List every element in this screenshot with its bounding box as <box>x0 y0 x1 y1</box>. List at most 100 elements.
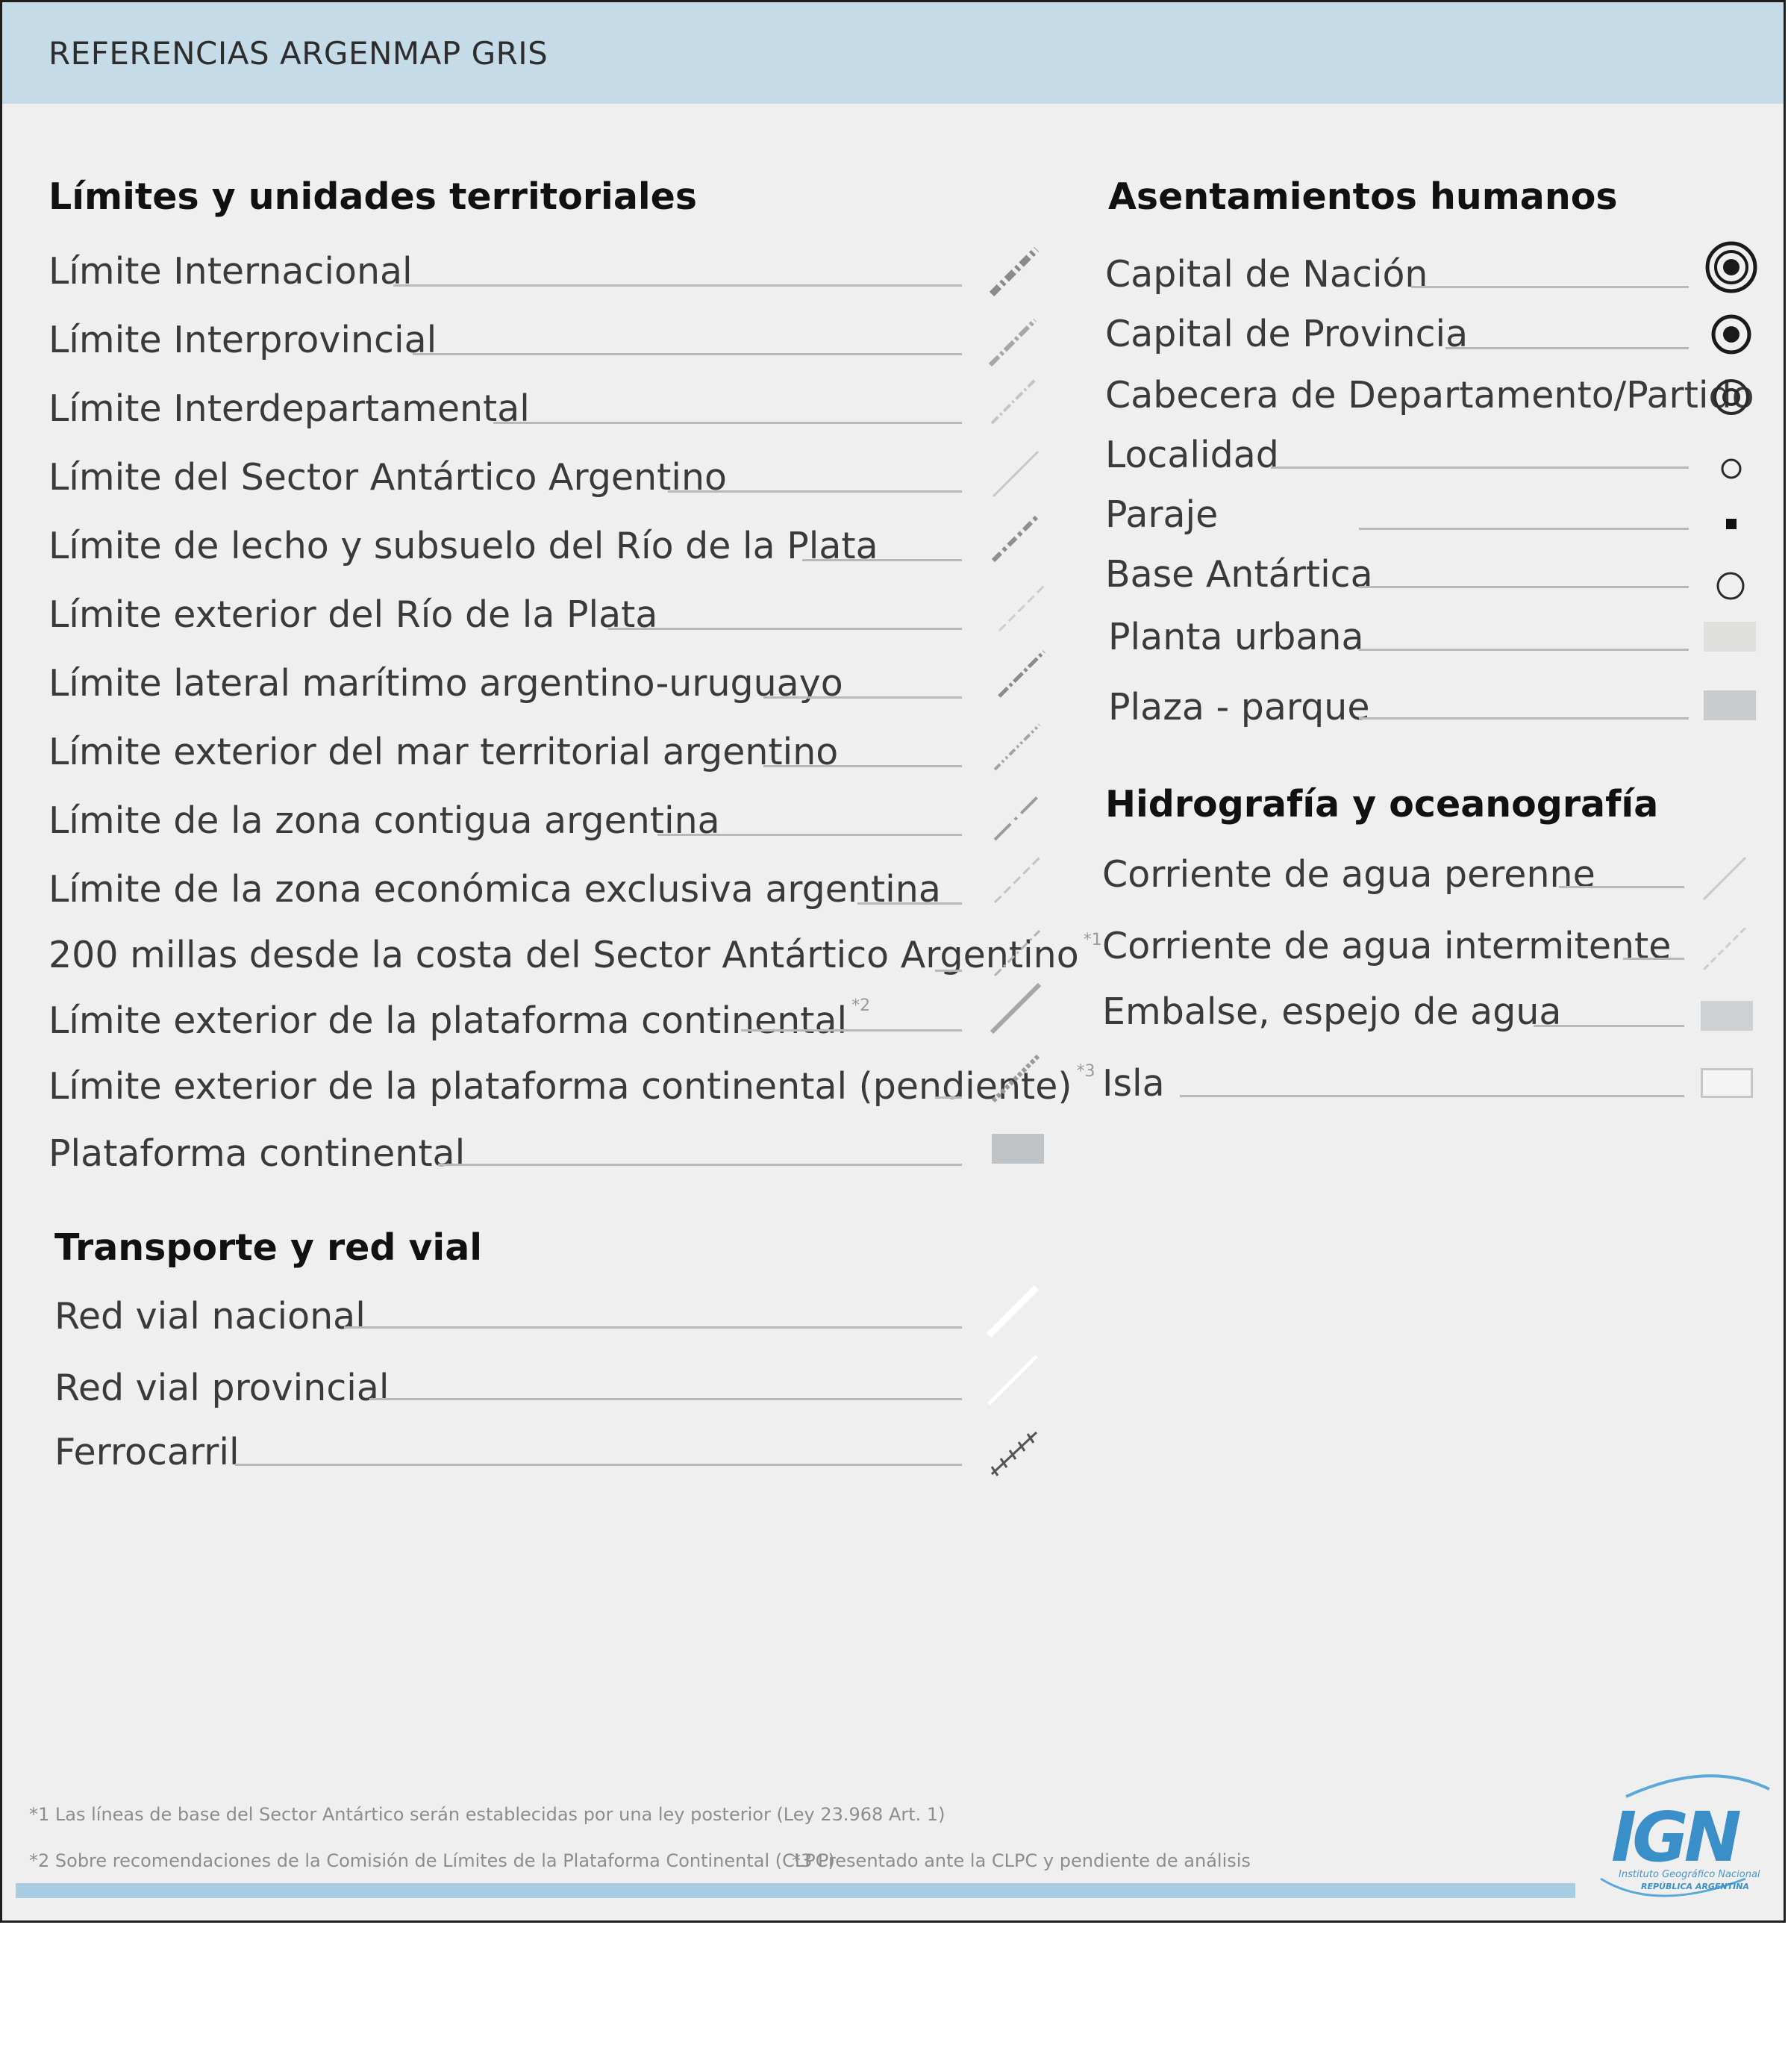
leader-line <box>802 559 962 561</box>
leader-line <box>1534 1025 1684 1027</box>
exclusive-economic-zone-boundary-symbol <box>993 856 1041 904</box>
leader-line <box>657 834 962 836</box>
footnote-marker: *2 <box>851 996 871 1015</box>
leader-line <box>1359 528 1689 530</box>
leader-line <box>741 1029 962 1032</box>
legend-label: Límite del Sector Antártico Argentino <box>49 456 727 499</box>
legend-label: Red vial nacional <box>54 1295 366 1338</box>
continental-shelf-pending-boundary-symbol <box>991 1054 1040 1103</box>
railway-symbol <box>990 1431 1038 1476</box>
leader-line <box>763 765 962 767</box>
legend-label: Paraje <box>1105 493 1219 536</box>
section-title-transporte: Transporte y red vial <box>54 1226 483 1269</box>
intermittent-stream-symbol <box>1702 926 1747 971</box>
leader-line <box>393 284 962 287</box>
national-road-symbol <box>986 1285 1040 1338</box>
department-seat-symbol <box>1713 379 1749 415</box>
provincial-capital-symbol <box>1711 314 1751 355</box>
legend-label: Límite Interprovincial <box>49 319 437 361</box>
provincial-road-symbol <box>987 1355 1038 1405</box>
river-plate-outer-boundary-symbol <box>998 584 1045 632</box>
antarctic-sector-boundary-symbol <box>992 450 1040 498</box>
international-boundary-symbol <box>989 246 1040 297</box>
legend-label: Cabecera de Departamento/Partido <box>1105 374 1754 416</box>
interdepartmental-boundary-symbol <box>990 377 1038 425</box>
footnote-3: *3 Presentado ante la CLPC y pendiente d… <box>792 1850 1251 1871</box>
ign-logo: IGN Instituto Geográfico Nacional REPÚBL… <box>1596 1767 1775 1901</box>
leader-line <box>1559 886 1684 888</box>
leader-line <box>935 970 962 972</box>
island-outline-swatch <box>1701 1068 1753 1098</box>
legend-label: Límite exterior del Río de la Plata <box>49 593 658 636</box>
ign-logo-line2: REPÚBLICA ARGENTINA <box>1641 1882 1749 1891</box>
interprovincial-boundary-symbol <box>988 318 1037 367</box>
leader-line <box>438 1164 962 1166</box>
footnote-2: *2 Sobre recomendaciones de la Comisión … <box>29 1850 835 1871</box>
legend-label: Capital de Nación <box>1105 253 1428 296</box>
leader-line <box>493 422 962 424</box>
riverbed-boundary-symbol <box>991 514 1040 563</box>
lateral-maritime-boundary-symbol <box>998 650 1045 698</box>
leader-line <box>668 490 962 493</box>
place-square-symbol <box>1726 519 1737 529</box>
continental-shelf-fill-swatch <box>992 1134 1044 1164</box>
legend-title: REFERENCIAS ARGENMAP GRIS <box>49 35 548 72</box>
leader-line <box>763 696 962 699</box>
national-capital-symbol <box>1705 241 1757 293</box>
perennial-stream-symbol <box>1702 856 1747 901</box>
legend-label: Embalse, espejo de agua <box>1102 990 1562 1033</box>
legend-header: REFERENCIAS ARGENMAP GRIS <box>2 2 1784 104</box>
leader-line <box>1359 717 1689 720</box>
legend-label: Plaza - parque <box>1108 686 1370 728</box>
leader-line <box>608 628 962 630</box>
footer-accent-bar <box>16 1883 1575 1898</box>
leader-line <box>1411 286 1689 288</box>
antarctic-200-miles-symbol <box>993 929 1041 977</box>
continental-shelf-outer-boundary-symbol <box>990 982 1042 1035</box>
legend-label: Límite exterior de la plataforma contine… <box>49 1062 1095 1108</box>
legend-panel: REFERENCIAS ARGENMAP GRIS Límites y unid… <box>0 0 1786 1923</box>
legend-label: Límite Internacional <box>49 250 413 293</box>
contiguous-zone-boundary-symbol <box>993 793 1041 841</box>
legend-label: Plataforma continental <box>49 1132 466 1175</box>
legend-label: Límite exterior de la plataforma contine… <box>49 996 871 1042</box>
legend-label: Límite de la zona contigua argentina <box>49 799 720 842</box>
leader-line <box>1359 649 1689 651</box>
leader-line <box>235 1464 962 1466</box>
leader-line <box>1359 586 1689 588</box>
section-title-limites: Límites y unidades territoriales <box>49 175 698 218</box>
reservoir-swatch <box>1701 1001 1753 1031</box>
leader-line <box>1180 1095 1684 1097</box>
footnote-marker: *1 <box>1083 931 1102 949</box>
leader-line <box>413 353 962 355</box>
legend-label: Límite lateral marítimo argentino-urugua… <box>49 662 843 705</box>
legend-label: Red vial provincial <box>54 1367 390 1409</box>
locality-symbol <box>1721 458 1742 479</box>
leader-line <box>1271 466 1689 469</box>
ign-logo-graphic: IGN Instituto Geográfico Nacional REPÚBL… <box>1600 1774 1770 1897</box>
legend-label: Ferrocarril <box>54 1431 240 1473</box>
territorial-sea-boundary-symbol <box>993 723 1041 771</box>
footnote-1: *1 Las líneas de base del Sector Antárti… <box>29 1804 945 1825</box>
section-title-asentamientos: Asentamientos humanos <box>1108 175 1618 218</box>
ign-logo-wordmark: IGN <box>1611 1797 1741 1877</box>
urban-area-swatch <box>1704 622 1756 652</box>
legend-label: Corriente de agua intermitente <box>1102 925 1672 967</box>
footnote-marker: *3 <box>1076 1062 1095 1081</box>
legend-label: Corriente de agua perenne <box>1102 853 1595 896</box>
legend-label: 200 millas desde la costa del Sector Ant… <box>49 931 1102 976</box>
legend-label: Base Antártica <box>1105 553 1373 596</box>
legend-label: Isla <box>1102 1062 1165 1105</box>
legend-label: Localidad <box>1105 434 1279 476</box>
leader-line <box>1623 958 1684 960</box>
legend-label: Límite de lecho y subsuelo del Río de la… <box>49 525 878 567</box>
ign-logo-line1: Instituto Geográfico Nacional <box>1619 1869 1760 1880</box>
leader-line <box>369 1398 962 1400</box>
legend-label: Límite Interdepartamental <box>49 387 530 430</box>
leader-line <box>857 902 962 905</box>
leader-line <box>1445 347 1689 349</box>
legend-label: Planta urbana <box>1108 616 1364 658</box>
antarctic-base-symbol <box>1716 572 1745 600</box>
legend-label: Límite exterior del mar territorial arge… <box>49 731 839 773</box>
legend-label: Capital de Provincia <box>1105 313 1469 355</box>
